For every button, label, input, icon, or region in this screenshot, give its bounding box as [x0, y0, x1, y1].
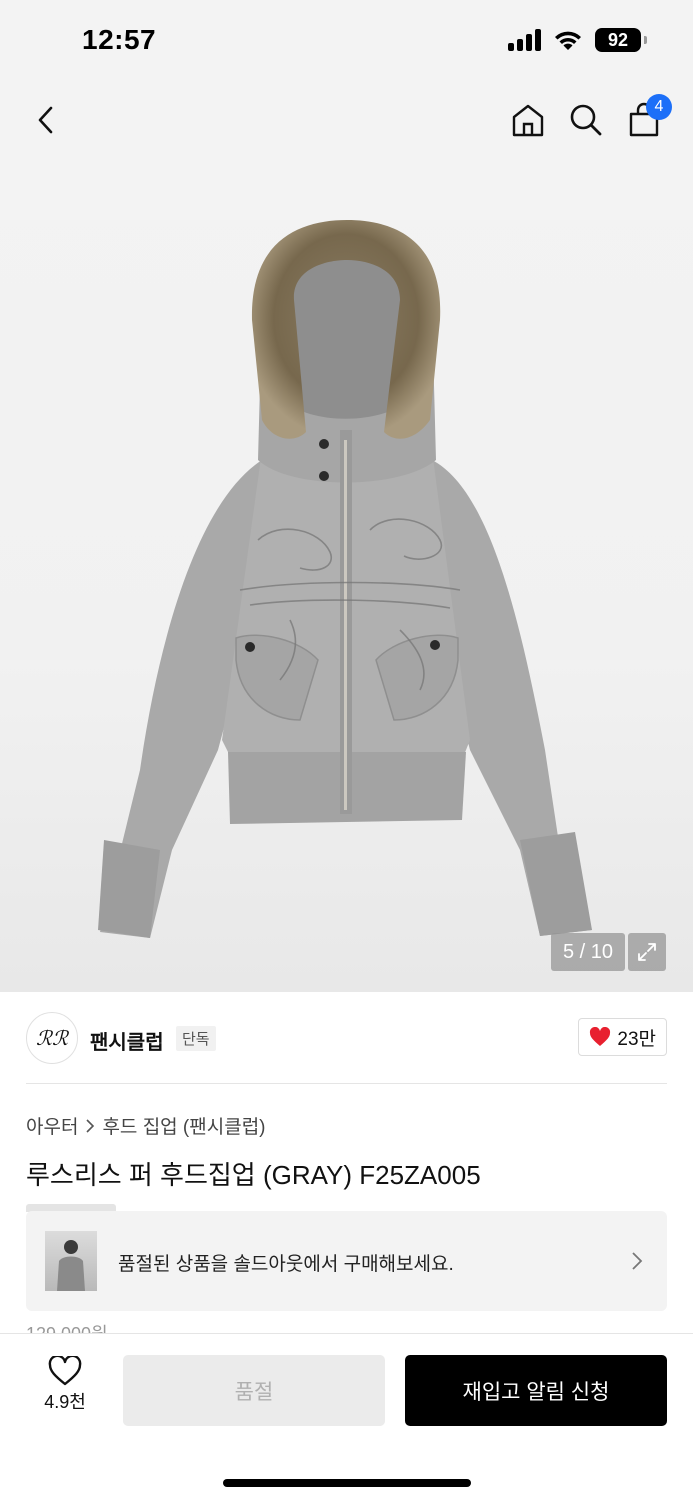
original-price: 129,000원	[26, 1324, 108, 1334]
status-bar: 12:57 92	[0, 0, 693, 80]
chevron-right-icon	[86, 1118, 95, 1133]
search-icon	[570, 104, 602, 136]
battery-level: 92	[607, 29, 629, 50]
product-title: 루스리스 퍼 후드집업 (GRAY) F25ZA005	[26, 1160, 481, 1190]
wishlist-button[interactable]: 4.9천	[30, 1356, 100, 1414]
heart-outline-icon	[48, 1356, 82, 1386]
cart-count-badge: 4	[646, 94, 672, 120]
wifi-icon	[555, 31, 581, 50]
expand-image-button[interactable]	[628, 933, 666, 971]
back-button[interactable]	[24, 98, 68, 142]
image-counter: 5 / 10	[551, 933, 625, 971]
breadcrumb-subcategory[interactable]: 후드 집업 (팬시클럽)	[102, 1112, 265, 1139]
soldout-button[interactable]: 품절	[123, 1355, 385, 1426]
home-indicator	[223, 1479, 471, 1487]
status-icons: 92	[508, 28, 647, 52]
exclusive-badge: 단독	[176, 1026, 216, 1051]
chevron-left-icon	[38, 106, 53, 134]
brand-like-count: 23만	[617, 1028, 656, 1050]
home-icon	[512, 104, 544, 137]
home-button[interactable]	[506, 98, 550, 142]
brand-row: ℛℛ 팬시클럽 단독 23만	[26, 1012, 667, 1064]
nav-bar: 4	[0, 80, 693, 160]
heart-filled-icon	[590, 1027, 611, 1046]
search-button[interactable]	[564, 98, 608, 142]
brand-logo-mark: ℛℛ	[36, 1026, 68, 1050]
soldout-promo-banner[interactable]: 품절된 상품을 솔드아웃에서 구매해보세요.	[26, 1211, 667, 1311]
banner-text: 품절된 상품을 솔드아웃에서 구매해보세요.	[118, 1254, 454, 1275]
chevron-right-icon	[632, 1252, 643, 1270]
breadcrumb-category[interactable]: 아우터	[26, 1112, 78, 1139]
banner-thumbnail	[45, 1231, 97, 1291]
brand-name[interactable]: 팬시클럽	[90, 1026, 164, 1055]
product-image[interactable]	[0, 160, 693, 992]
cellular-signal-icon	[508, 29, 541, 51]
breadcrumb: 아우터 후드 집업 (팬시클럽)	[26, 1112, 266, 1139]
wishlist-count: 4.9천	[44, 1392, 86, 1412]
bottom-action-bar: 4.9천 품절 재입고 알림 신청	[0, 1333, 693, 1500]
status-time: 12:57	[82, 24, 157, 55]
hoodie-illustration	[98, 220, 592, 938]
brand-like-button[interactable]: 23만	[578, 1018, 667, 1056]
brand-logo[interactable]: ℛℛ	[26, 1012, 78, 1064]
cart-button[interactable]: 4	[622, 94, 672, 142]
expand-icon	[638, 943, 656, 961]
restock-alert-button[interactable]: 재입고 알림 신청	[405, 1355, 667, 1426]
battery-icon: 92	[595, 28, 647, 52]
divider	[26, 1083, 667, 1084]
